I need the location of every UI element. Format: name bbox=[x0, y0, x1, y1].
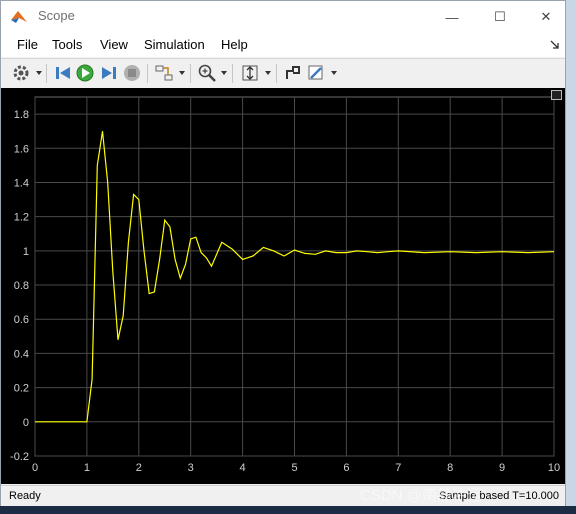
status-ready: Ready bbox=[9, 490, 41, 502]
zoom-icon[interactable] bbox=[197, 63, 217, 83]
minimize-icon: — bbox=[445, 9, 459, 25]
x-tick-label: 7 bbox=[395, 462, 401, 474]
x-tick-label: 8 bbox=[447, 462, 453, 474]
maximize-button[interactable]: ☐ bbox=[477, 1, 523, 33]
x-tick-label: 1 bbox=[84, 462, 90, 474]
toolbar-separator bbox=[276, 64, 277, 83]
toolbar bbox=[1, 58, 565, 89]
y-tick-label: 0 bbox=[23, 417, 29, 429]
x-tick-label: 5 bbox=[291, 462, 297, 474]
scale-axes-icon[interactable] bbox=[240, 63, 260, 83]
menu-file[interactable]: File bbox=[17, 37, 38, 52]
scope-window: Scope — ☐ ✕ File Tools View Simulation H… bbox=[0, 0, 566, 507]
title-bar: Scope — ☐ ✕ bbox=[1, 1, 565, 33]
highlight-icon[interactable] bbox=[283, 63, 303, 83]
y-tick-label: 1.4 bbox=[14, 177, 29, 189]
close-icon: ✕ bbox=[540, 9, 552, 24]
undock-arrow-icon[interactable] bbox=[550, 40, 559, 49]
x-tick-label: 4 bbox=[240, 462, 246, 474]
toolbar-separator bbox=[232, 64, 233, 83]
y-tick-label: 1.8 bbox=[14, 109, 29, 121]
step-back-icon[interactable] bbox=[53, 63, 73, 83]
y-tick-label: -0.2 bbox=[10, 451, 29, 463]
y-tick-label: 1.6 bbox=[14, 143, 29, 155]
matlab-logo-icon bbox=[11, 11, 27, 23]
taskbar bbox=[0, 506, 576, 514]
y-tick-label: 0.6 bbox=[14, 314, 29, 326]
edit-dropdown-icon[interactable] bbox=[331, 71, 337, 75]
maximize-icon: ☐ bbox=[494, 9, 506, 24]
y-tick-label: 0.8 bbox=[14, 280, 29, 292]
window-title: Scope bbox=[38, 8, 75, 23]
y-tick-label: 1 bbox=[23, 246, 29, 258]
menu-tools[interactable]: Tools bbox=[52, 37, 82, 52]
plot-area: 0 1 2 3 4 5 6 7 8 9 10 -0.2 0 0.2 0.4 0.6 0.8 1 1.2 1.4 1.6 1… bbox=[1, 88, 565, 484]
x-tick-label: 3 bbox=[188, 462, 194, 474]
y-tick-label: 1.2 bbox=[14, 212, 29, 224]
edit-icon[interactable] bbox=[306, 63, 326, 83]
menu-view[interactable]: View bbox=[100, 37, 128, 52]
run-icon[interactable] bbox=[75, 63, 95, 83]
gear-icon[interactable] bbox=[11, 63, 31, 83]
menu-simulation[interactable]: Simulation bbox=[144, 37, 205, 52]
toolbar-separator bbox=[46, 64, 47, 83]
scope-chart: 0 1 2 3 4 5 6 7 8 9 10-0.200.20.40.60.811.21.41.61… bbox=[10, 96, 560, 474]
stop-icon[interactable] bbox=[122, 63, 142, 83]
x-tick-label: 9 bbox=[499, 462, 505, 474]
watermark: CSDN @南静冲运 bbox=[360, 487, 482, 504]
x-tick-label: 2 bbox=[136, 462, 142, 474]
gear-dropdown-icon[interactable] bbox=[36, 71, 42, 75]
step-forward-icon[interactable] bbox=[99, 63, 119, 83]
x-tick-label: 10 bbox=[548, 462, 560, 474]
toolbar-separator bbox=[147, 64, 148, 83]
close-button[interactable]: ✕ bbox=[523, 1, 569, 33]
zoom-dropdown-icon[interactable] bbox=[221, 71, 227, 75]
x-tick-label: 6 bbox=[343, 462, 349, 474]
y-tick-label: 0.2 bbox=[14, 383, 29, 395]
toolbar-separator bbox=[190, 64, 191, 83]
y-tick-label: 0.4 bbox=[14, 348, 29, 360]
minimize-button[interactable]: — bbox=[429, 1, 475, 33]
dock-icon[interactable] bbox=[551, 90, 562, 100]
menu-help[interactable]: Help bbox=[221, 37, 248, 52]
scale-axes-dropdown-icon[interactable] bbox=[265, 71, 271, 75]
signal-tracing-dropdown-icon[interactable] bbox=[179, 71, 185, 75]
menu-bar: File Tools View Simulation Help bbox=[1, 33, 565, 57]
desktop-background bbox=[566, 0, 576, 506]
x-tick-label: 0 bbox=[32, 462, 38, 474]
signal-tracing-icon[interactable] bbox=[154, 63, 174, 83]
